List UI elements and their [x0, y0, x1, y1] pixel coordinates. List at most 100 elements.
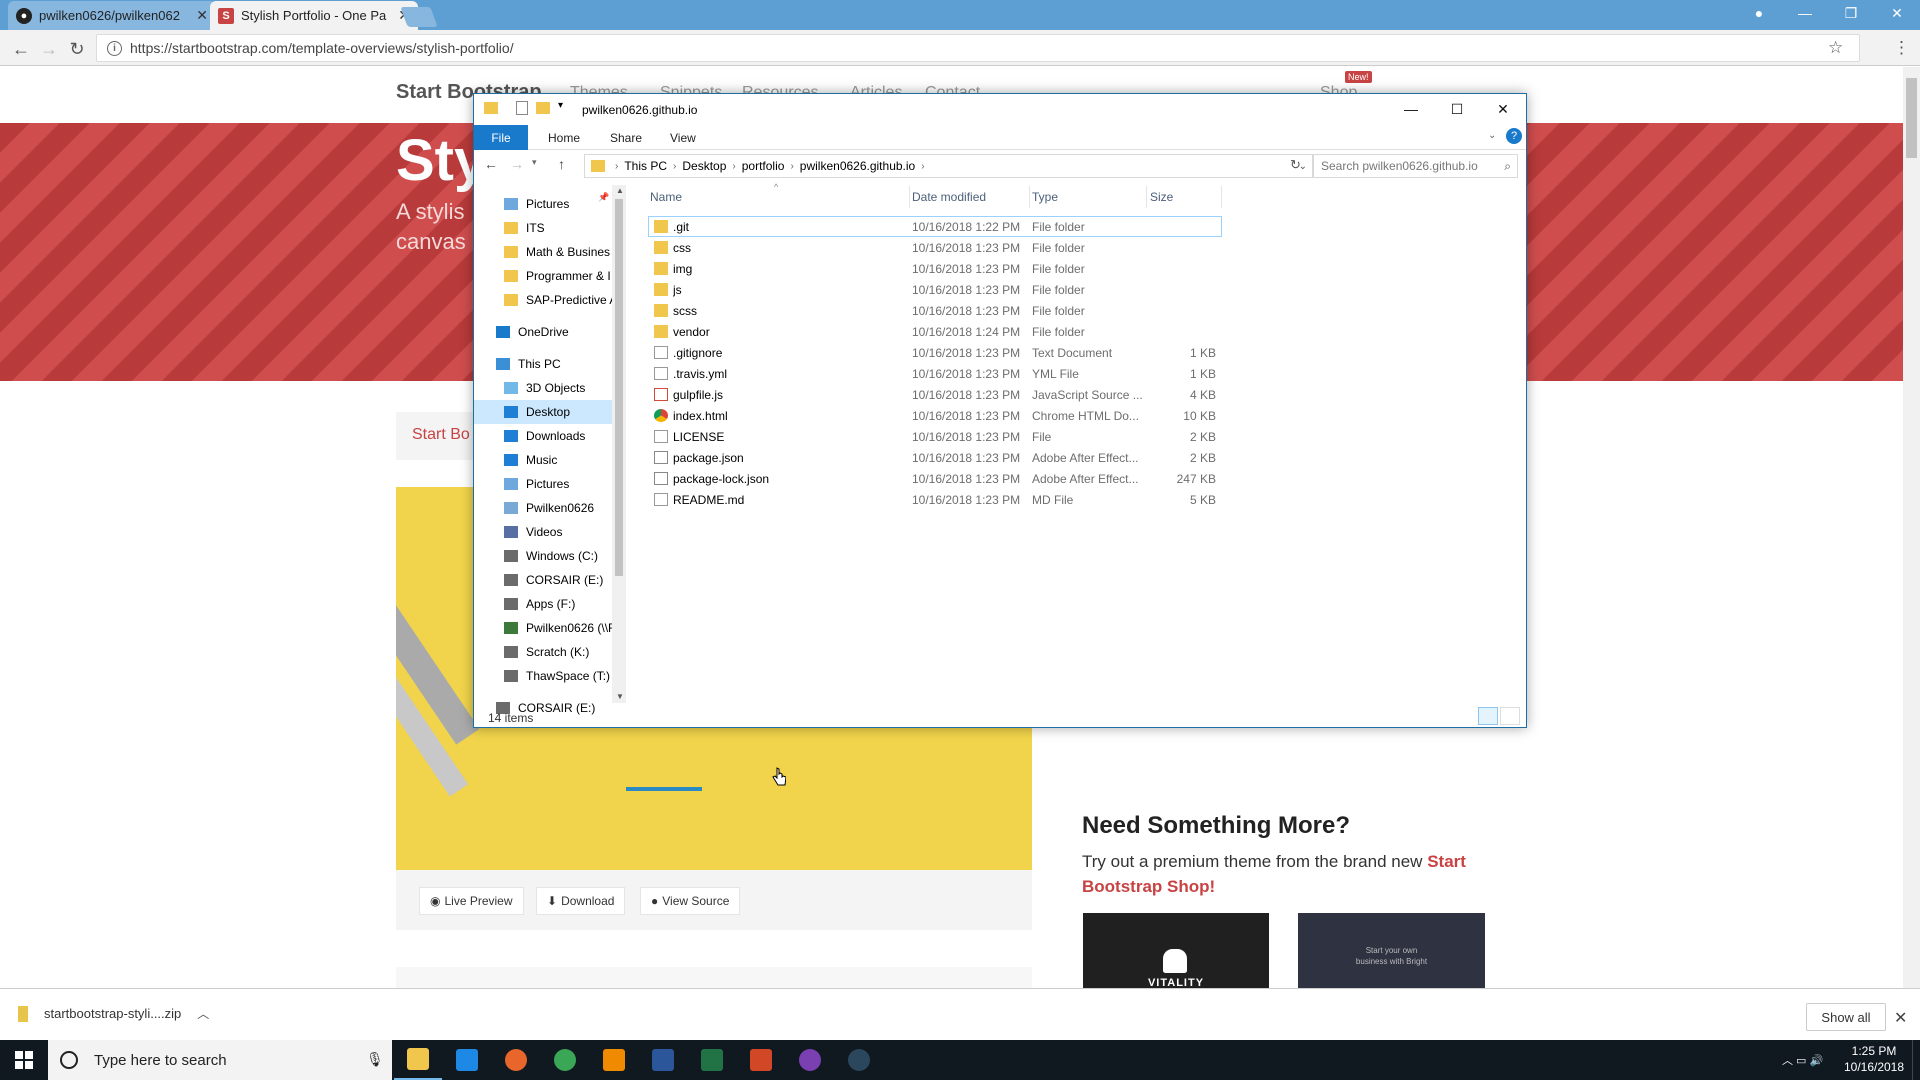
- forward-arrow-icon[interactable]: →: [510, 156, 524, 172]
- close-icon[interactable]: ✕: [1480, 94, 1526, 124]
- nav-scrollbar-thumb[interactable]: [615, 199, 623, 576]
- vitality-theme-thumbnail[interactable]: VITALITY: [1083, 913, 1269, 988]
- chrome-taskbar-button[interactable]: [541, 1040, 589, 1080]
- column-name[interactable]: Name: [650, 190, 682, 204]
- column-type[interactable]: Type: [1032, 190, 1058, 204]
- details-view-icon[interactable]: [1478, 707, 1498, 725]
- new-folder-icon[interactable]: [536, 102, 550, 114]
- column-divider[interactable]: [1029, 186, 1030, 208]
- nav-item[interactable]: Scratch (K:): [474, 640, 624, 664]
- nav-item[interactable]: This PC: [474, 352, 624, 376]
- chevron-right-icon: ›: [732, 160, 736, 172]
- download-button[interactable]: ⬇ Download: [536, 887, 626, 915]
- system-tray-icons[interactable]: ︿ ▭ 🔊: [1782, 1052, 1823, 1068]
- live-preview-button[interactable]: ◉ Live Preview: [419, 887, 524, 915]
- powerpoint-taskbar-button[interactable]: [737, 1040, 785, 1080]
- nav-item[interactable]: Videos: [474, 520, 624, 544]
- large-icons-view-icon[interactable]: [1500, 707, 1520, 725]
- back-arrow-icon[interactable]: ←: [8, 37, 34, 61]
- up-arrow-icon[interactable]: ↑: [558, 156, 565, 172]
- info-icon[interactable]: i: [107, 40, 122, 56]
- view-source-button[interactable]: ● View Source: [640, 887, 741, 915]
- vlc-taskbar-button[interactable]: [590, 1040, 638, 1080]
- ribbon-tab-share[interactable]: Share: [598, 125, 654, 150]
- help-icon[interactable]: ?: [1506, 128, 1522, 144]
- download-item[interactable]: startbootstrap-styli....zip ︿: [18, 1005, 209, 1022]
- bright-theme-thumbnail[interactable]: Start your own business with Bright: [1298, 913, 1485, 988]
- breadcrumb-desktop[interactable]: Desktop: [682, 159, 726, 173]
- file-name: .travis.yml: [673, 367, 727, 381]
- nav-item[interactable]: Programmer & I: [474, 264, 624, 288]
- quick-access-dropdown-icon[interactable]: ▾: [558, 100, 563, 111]
- excel-taskbar-button[interactable]: [688, 1040, 736, 1080]
- column-date-modified[interactable]: Date modified: [912, 190, 986, 204]
- microphone-icon[interactable]: 🎙: [366, 1051, 384, 1068]
- firefox-taskbar-button[interactable]: [492, 1040, 540, 1080]
- breadcrumb-portfolio[interactable]: portfolio: [742, 159, 785, 173]
- column-divider[interactable]: [1221, 186, 1222, 208]
- address-bar[interactable]: i https://startbootstrap.com/template-ov…: [96, 34, 1860, 62]
- scroll-down-icon[interactable]: ▼: [616, 692, 624, 701]
- tab-stylish-portfolio[interactable]: S Stylish Portfolio - One Pa ✕: [210, 1, 418, 30]
- nav-item[interactable]: Downloads: [474, 424, 624, 448]
- restore-icon[interactable]: ❐: [1828, 0, 1874, 26]
- column-divider[interactable]: [909, 186, 910, 208]
- edge-taskbar-button[interactable]: [443, 1040, 491, 1080]
- minimize-icon[interactable]: —: [1782, 0, 1828, 26]
- column-divider[interactable]: [1146, 186, 1147, 208]
- nav-item[interactable]: ThawSpace (T:): [474, 664, 624, 688]
- close-icon[interactable]: ✕: [196, 7, 208, 24]
- refresh-icon[interactable]: ↻: [1290, 157, 1301, 173]
- nav-item[interactable]: ITS: [474, 216, 624, 240]
- ribbon-tab-file[interactable]: File: [474, 125, 528, 150]
- nav-item[interactable]: CORSAIR (E:): [474, 568, 624, 592]
- show-desktop-button[interactable]: [1912, 1040, 1920, 1080]
- onenote-taskbar-button[interactable]: [786, 1040, 834, 1080]
- ribbon-tab-view[interactable]: View: [658, 125, 708, 150]
- show-all-button[interactable]: Show all: [1806, 1003, 1886, 1031]
- nav-item[interactable]: Desktop: [474, 400, 624, 424]
- nav-item[interactable]: 3D Objects: [474, 376, 624, 400]
- nav-item-label: Pictures: [526, 197, 570, 211]
- nav-item[interactable]: Music: [474, 448, 624, 472]
- nav-item[interactable]: Apps (F:): [474, 592, 624, 616]
- maximize-icon[interactable]: ☐: [1434, 94, 1480, 124]
- nav-item[interactable]: OneDrive: [474, 320, 624, 344]
- explorer-search-input[interactable]: Search pwilken0626.github.io ⌕: [1312, 154, 1518, 178]
- chevron-up-icon[interactable]: ︿: [197, 1005, 209, 1022]
- scroll-up-icon[interactable]: ▲: [616, 186, 624, 195]
- nav-item[interactable]: Pwilken0626: [474, 496, 624, 520]
- forward-arrow-icon[interactable]: →: [36, 37, 62, 61]
- nav-item[interactable]: SAP-Predictive A: [474, 288, 624, 312]
- breadcrumb-current[interactable]: pwilken0626.github.io: [800, 159, 915, 173]
- nav-item[interactable]: Pictures: [474, 472, 624, 496]
- bookmark-star-icon[interactable]: ☆: [1828, 38, 1843, 58]
- file-explorer-taskbar-button[interactable]: [394, 1040, 442, 1080]
- breadcrumb-this-pc[interactable]: This PC: [624, 159, 667, 173]
- back-arrow-icon[interactable]: ←: [484, 156, 498, 172]
- taskbar-clock[interactable]: 1:25 PM 10/16/2018: [1838, 1043, 1910, 1075]
- recent-locations-icon[interactable]: ▾: [532, 157, 537, 168]
- explorer-address-bar[interactable]: › This PC › Desktop › portfolio › pwilke…: [584, 154, 1314, 178]
- close-shelf-icon[interactable]: ✕: [1894, 1008, 1907, 1028]
- ribbon-tab-home[interactable]: Home: [536, 125, 592, 150]
- reload-icon[interactable]: ↻: [64, 37, 90, 61]
- expand-ribbon-icon[interactable]: ⌄: [1488, 130, 1496, 141]
- profile-icon[interactable]: ●: [1736, 0, 1782, 26]
- taskbar-search-box[interactable]: Type here to search 🎙: [48, 1040, 392, 1080]
- nav-item[interactable]: Pwilken0626 (\\F: [474, 616, 624, 640]
- close-window-icon[interactable]: ✕: [1874, 0, 1920, 26]
- minimize-icon[interactable]: —: [1388, 94, 1434, 124]
- steam-taskbar-button[interactable]: [835, 1040, 883, 1080]
- tab-github[interactable]: ● pwilken0626/pwilken062 ✕: [8, 1, 216, 30]
- page-scrollbar-thumb[interactable]: [1906, 78, 1917, 158]
- page-scrollbar[interactable]: [1903, 67, 1920, 988]
- word-taskbar-button[interactable]: [639, 1040, 687, 1080]
- file-name: css: [673, 241, 691, 255]
- start-button[interactable]: [0, 1040, 48, 1080]
- nav-item[interactable]: Windows (C:): [474, 544, 624, 568]
- nav-item[interactable]: Math & Busines: [474, 240, 624, 264]
- menu-icon[interactable]: ⋮: [1893, 38, 1910, 58]
- properties-icon[interactable]: [516, 101, 528, 115]
- column-size[interactable]: Size: [1150, 190, 1173, 204]
